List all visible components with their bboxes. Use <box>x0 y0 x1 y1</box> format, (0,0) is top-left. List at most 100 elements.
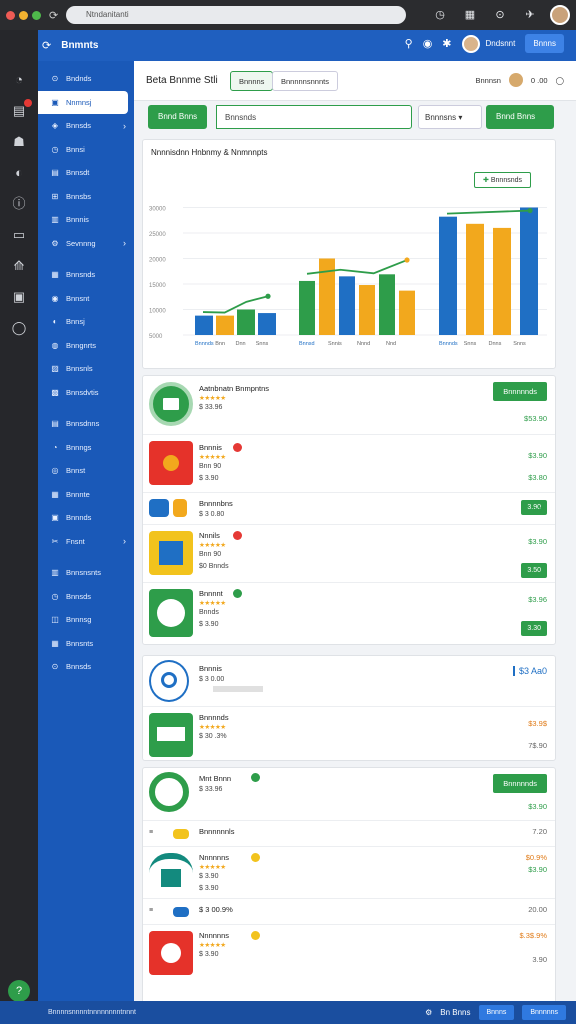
clock-icon[interactable]: ◷ <box>430 5 450 25</box>
sidebar-item-2[interactable]: ◈ Bnnsds › <box>38 114 134 138</box>
sidebar-item-21[interactable]: ✂ Fnsnt › <box>38 530 134 554</box>
sidebar-item-4[interactable]: ▤ Bnnsdt <box>38 161 134 185</box>
filter-button[interactable]: Bnnd Bnns <box>148 105 208 129</box>
sidebar-item-9[interactable]: ▦ Bnnsnds <box>38 263 134 287</box>
grid-icon[interactable]: ▦ <box>460 5 480 25</box>
chart-icon[interactable]: ⟰ <box>0 250 38 281</box>
list-item[interactable]: Mnt Bnnn $ 33.96 $3.90 <box>143 768 555 820</box>
minimize-window-icon[interactable] <box>19 10 28 20</box>
bar-chart: 50001000015000200002500030000Bnnnds Bnn Dn… <box>149 207 547 347</box>
item-price: $3.96 <box>528 595 547 604</box>
sidebar-item-label: Bndnds <box>66 74 92 84</box>
user-menu[interactable]: Dndsnnt <box>461 34 515 53</box>
topbar-action-button[interactable]: Bnnns <box>525 34 564 53</box>
tab-primary[interactable]: Bnnnns <box>230 71 274 91</box>
sidebar-item-18[interactable]: ◎ Bnnst <box>38 459 134 483</box>
sidebar-item-icon: ▩ <box>51 387 59 397</box>
sidebar-item-label: Bnnnis <box>66 215 89 225</box>
item-price: 20.00 <box>528 905 547 914</box>
toggle-icon[interactable]: ◉ <box>423 37 433 50</box>
item-price: 7.20 <box>532 827 547 836</box>
list-item[interactable]: ≡ Bnnnnnnls 7.20 <box>143 820 555 846</box>
footer-button-2[interactable]: Bnnnnns <box>522 1005 566 1020</box>
list-item[interactable]: Bnnnis $ 3 0.00 <box>143 656 555 706</box>
sidebar-item-label: Bnnsds <box>66 121 92 131</box>
list-item[interactable]: 3.90 Bnnnnbns $ 3 0.80 3.90 <box>143 492 555 524</box>
y-tick-label: 10000 <box>149 309 166 315</box>
list-item[interactable]: Bnnnnds ★★★★★ $ 30 .3% $3.9$ 7$.90 <box>143 706 555 762</box>
list-item[interactable]: Bnnnis ★★★★★ Bnn 90 $ 3.90 $3.90 $3.80 <box>143 434 555 492</box>
sidebar-item-5[interactable]: ⊞ Bnnsbs <box>38 185 134 209</box>
item-name: Mnt Bnnn <box>199 774 232 783</box>
tools-icon[interactable]: ✱ <box>442 37 451 50</box>
sidebar-item-24[interactable]: ◷ Bnnsds <box>38 585 134 609</box>
sidebar-item-icon: ◉ <box>51 293 59 303</box>
more-icon[interactable]: ◯ <box>556 76 564 85</box>
list-item[interactable]: Nnnnnns ★★★★★ $ 3.90 $.3$.9% 3.90 <box>143 924 555 994</box>
tab-secondary[interactable]: Bnnnnnsnnnts <box>272 71 338 91</box>
sidebar-item-icon: ◍ <box>51 340 59 350</box>
sidebar-item-19[interactable]: ▦ Bnnnte <box>38 483 134 507</box>
sidebar-item-10[interactable]: ◉ Bnnsnt <box>38 287 134 311</box>
close-window-icon[interactable] <box>6 10 15 20</box>
status-footer: Bnnnnsnnnntnnnnnnnntnnnt ⚙ Bn Bnns Bnnns… <box>0 1001 576 1024</box>
sort-select[interactable]: Bnnnsns ▾ <box>418 105 482 129</box>
report-icon[interactable]: ▣ <box>0 281 38 312</box>
address-bar[interactable]: Ntndanitanti <box>66 6 406 24</box>
calendar-icon[interactable]: ▭ <box>0 219 38 250</box>
search-input[interactable]: Bnnsnds <box>216 105 412 129</box>
sidebar-item-label: Fnsnt <box>66 536 85 546</box>
chart-bar <box>466 223 484 335</box>
browser-profile-avatar[interactable] <box>550 5 570 25</box>
sidebar-item-16[interactable]: ▤ Bnnsdnns <box>38 412 134 436</box>
pin-icon[interactable]: ✈ <box>520 5 540 25</box>
list-item[interactable]: Nnnils ★★★★★ Bnn 90 $0 Bnnds $3.90 3.50 <box>143 524 555 582</box>
sidebar-item-27[interactable]: ⊙ Bnnsds <box>38 655 134 679</box>
sidebar-item-11[interactable]: ◐ Bnnsj <box>38 310 134 334</box>
inbox-icon[interactable]: ▤ <box>0 95 38 126</box>
sidebar-item-13[interactable]: ▨ Bnnsnls <box>38 357 134 381</box>
list-item[interactable]: ≡ $ 3 00.9% 20.00 <box>143 898 555 924</box>
sidebar-item-7[interactable]: ⚙ Sevnnng › <box>38 232 134 256</box>
info-icon[interactable]: ⓘ <box>0 188 38 219</box>
rating-stars: ★★★★★ <box>199 942 226 949</box>
item-price-button[interactable]: 3.30 <box>521 621 547 636</box>
sidebar-item-17[interactable]: ◔ Bnnngs <box>38 436 134 460</box>
search-icon[interactable]: ⚲ <box>405 37 413 50</box>
sidebar-item-label: Bnnsdt <box>66 168 90 178</box>
list-item[interactable]: Bnnnnt ★★★★★ Bnnds $ 3.90 $3.96 3.30 <box>143 582 555 642</box>
footer-button-1[interactable]: Bnnns <box>478 1005 515 1020</box>
settings-icon[interactable]: ⊙ <box>490 5 510 25</box>
dashboard-icon[interactable]: ◔ <box>0 64 38 95</box>
maximize-window-icon[interactable] <box>32 10 41 20</box>
list-item[interactable]: Aatnbnatn Bnmpntns ★★★★★ $ 33.96 $53.90 <box>143 376 555 434</box>
sidebar-item-0[interactable]: ⊙ Bndnds <box>38 67 134 91</box>
chat-icon[interactable]: ◯ <box>0 312 38 343</box>
item-price-button[interactable]: 3.50 <box>521 563 547 578</box>
sidebar-item-label: Bnnsnt <box>66 293 90 303</box>
sidebar-item-3[interactable]: ◷ Bnnsi <box>38 138 134 162</box>
filter-action-button[interactable]: Bnnd Bnns <box>486 105 554 129</box>
sidebar-item-label: Sevnnng <box>66 238 96 248</box>
item-subtitle-2: $ 3.90 <box>199 621 219 628</box>
sidebar-item-icon: ⊞ <box>51 191 59 201</box>
sidebar-item-14[interactable]: ▩ Bnnsdvtis <box>38 381 134 405</box>
compass-icon[interactable]: ◐ <box>0 157 38 188</box>
footer-settings-icon[interactable]: ⚙ <box>425 1008 432 1017</box>
sidebar-item-1[interactable]: ▣ Nnmnsj <box>38 90 128 114</box>
sidebar-item-26[interactable]: ▦ Bnnsnts <box>38 632 134 656</box>
help-icon[interactable]: ? <box>8 980 30 1002</box>
team-icon[interactable]: ☗ <box>0 126 38 157</box>
trend-point <box>404 257 410 263</box>
list-item[interactable]: Nnnnnns ★★★★★ $ 3.90 $ 3.90 $0.9% $3.90 <box>143 846 555 898</box>
sidebar-item-label: Bnnsj <box>66 317 85 327</box>
sidebar-item-20[interactable]: ▣ Bnnnds <box>38 506 134 530</box>
footer-link[interactable]: Bn Bnns <box>440 1008 470 1017</box>
product-thumbnail <box>173 907 189 917</box>
sidebar-item-6[interactable]: ▥ Bnnnis <box>38 208 134 232</box>
sidebar-item-23[interactable]: ▥ Bnnsnsnts <box>38 561 134 585</box>
header-avatar[interactable] <box>508 73 523 87</box>
sidebar-item-25[interactable]: ◫ Bnnnsg <box>38 608 134 632</box>
reload-icon[interactable]: ⟳ <box>49 9 58 22</box>
sidebar-item-12[interactable]: ◍ Bnngnrts <box>38 334 134 358</box>
